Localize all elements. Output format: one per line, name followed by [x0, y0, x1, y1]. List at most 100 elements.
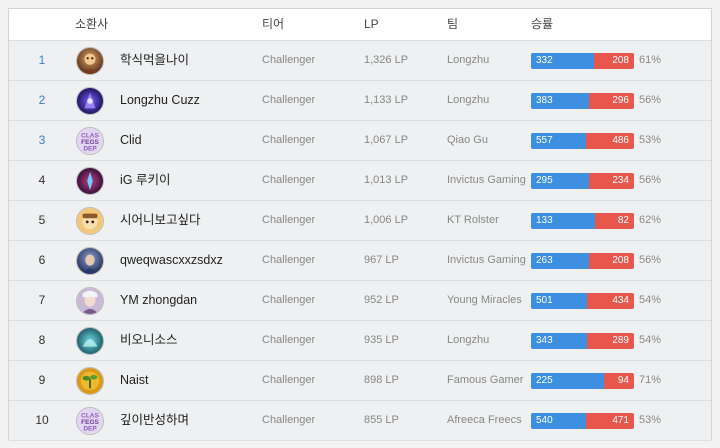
header-team[interactable]: 팀 — [447, 9, 458, 41]
winrate-bar: 263 208 — [531, 253, 634, 269]
team-name: Longzhu — [447, 94, 490, 106]
champion-avatar-icon[interactable] — [76, 87, 104, 115]
svg-text:DEP: DEP — [83, 145, 97, 152]
losses-count: 486 — [586, 133, 634, 149]
winrate-percent: 56% — [639, 174, 662, 186]
lp-value: 898 LP — [364, 374, 399, 386]
rank-number: 1 — [38, 53, 46, 67]
summoner-name[interactable]: 비오니소스 — [120, 321, 178, 360]
winrate-bar: 133 82 — [531, 213, 634, 229]
wins-count: 343 — [531, 333, 587, 349]
rank-number: 7 — [38, 293, 46, 307]
rank-number: 4 — [38, 173, 46, 187]
rank-number: 8 — [38, 333, 46, 347]
winrate-percent: 53% — [639, 414, 662, 426]
winrate-bar: 225 94 — [531, 373, 634, 389]
team-name: Afreeca Freecs — [447, 414, 522, 426]
lp-value: 952 LP — [364, 294, 399, 306]
clid-logo-avatar-icon[interactable]: CLAS FEGS DEP — [76, 127, 104, 155]
losses-count: 94 — [604, 373, 634, 389]
lp-value: 935 LP — [364, 334, 399, 346]
wins-count: 383 — [531, 93, 589, 109]
team-name: Invictus Gaming — [447, 254, 526, 266]
wins-count: 501 — [531, 293, 587, 309]
summoner-name[interactable]: iG 루키이 — [120, 161, 170, 200]
svg-text:DEP: DEP — [83, 425, 97, 432]
summoner-name[interactable]: Longzhu Cuzz — [120, 81, 200, 120]
winrate-percent: 54% — [639, 334, 662, 346]
wins-count: 295 — [531, 173, 589, 189]
rank-number: 10 — [35, 413, 49, 427]
tier-label: Challenger — [262, 174, 316, 186]
losses-count: 208 — [594, 53, 634, 69]
wins-count: 557 — [531, 133, 586, 149]
winrate-percent: 56% — [639, 254, 662, 266]
table-row[interactable]: 7 YM zhongdan Challenger 952 LP Young Miracl… — [9, 281, 711, 321]
champion-avatar-icon[interactable] — [76, 47, 104, 75]
table-row[interactable]: 1 학식먹을나이 Challenger 1,326 LP Longzhu 332 208 61… — [9, 41, 711, 81]
losses-count: 82 — [595, 213, 634, 229]
table-row[interactable]: 2 Longzhu Cuzz Challenger 1,133 LP Longzhu 38… — [9, 81, 711, 121]
summoner-name[interactable]: Clid — [120, 121, 142, 160]
champion-avatar-icon[interactable] — [76, 287, 104, 315]
winrate-bar: 540 471 — [531, 413, 634, 429]
team-name: Longzhu — [447, 54, 490, 66]
tier-label: Challenger — [262, 94, 316, 106]
winrate-percent: 71% — [639, 374, 662, 386]
table-row[interactable]: 3 CLAS FEGS DEP Clid Challenger 1,067 LP Qiao G… — [9, 121, 711, 161]
lp-value: 1,006 LP — [364, 214, 409, 226]
header-summoner[interactable]: 소환사 — [75, 9, 108, 41]
rank-number: 5 — [38, 213, 46, 227]
tier-label: Challenger — [262, 414, 316, 426]
summoner-name[interactable]: qweqwascxxzsdxz — [120, 241, 223, 280]
winrate-percent: 54% — [639, 294, 662, 306]
team-name: Longzhu — [447, 334, 490, 346]
summoner-name[interactable]: Naist — [120, 361, 148, 400]
tier-label: Challenger — [262, 214, 316, 226]
header-lp[interactable]: LP — [364, 9, 379, 41]
table-row[interactable]: 4 iG 루키이 Challenger 1,013 LP Invictus Gaming… — [9, 161, 711, 201]
rank-number: 2 — [38, 93, 46, 107]
lp-value: 1,067 LP — [364, 134, 409, 146]
losses-count: 208 — [589, 253, 634, 269]
header-tier[interactable]: 티어 — [262, 9, 284, 41]
lp-value: 855 LP — [364, 414, 399, 426]
winrate-percent: 61% — [639, 54, 662, 66]
header-winrate[interactable]: 승률 — [531, 9, 553, 41]
table-row[interactable]: 5 시어니보고싶다 Challenger 1,006 LP KT Rolster 133 8… — [9, 201, 711, 241]
wins-count: 225 — [531, 373, 604, 389]
table-row[interactable]: 9 Naist Challenger 898 LP Famous Gamer 225 94 7… — [9, 361, 711, 401]
ranking-list: 1 학식먹을나이 Challenger 1,326 LP Longzhu 332 208 61… — [9, 41, 711, 441]
champion-avatar-icon[interactable] — [76, 327, 104, 355]
rank-number: 6 — [38, 253, 46, 267]
team-name: Famous Gamer — [447, 374, 524, 386]
summoner-name[interactable]: 시어니보고싶다 — [120, 201, 201, 240]
team-name: KT Rolster — [447, 214, 499, 226]
table-row[interactable]: 8 비오니소스 Challenger 935 LP Longzhu 343 289 54% — [9, 321, 711, 361]
summoner-name[interactable]: 깊이반성하며 — [120, 401, 189, 440]
tier-label: Challenger — [262, 374, 316, 386]
winrate-percent: 56% — [639, 94, 662, 106]
winrate-bar: 557 486 — [531, 133, 634, 149]
clid-logo-avatar-icon[interactable]: CLAS FEGS DEP — [76, 407, 104, 435]
ranking-panel: 소환사 티어 LP 팀 승률 1 학식먹을나이 Challenger 1,326 LP… — [8, 8, 712, 441]
summoner-name[interactable]: 학식먹을나이 — [120, 41, 189, 80]
losses-count: 296 — [589, 93, 634, 109]
summoner-name[interactable]: YM zhongdan — [120, 281, 197, 320]
wins-count: 263 — [531, 253, 589, 269]
table-row[interactable]: 10 CLAS FEGS DEP 깊이반성하며 Challenger 855 LP Afree… — [9, 401, 711, 441]
sprout-avatar-icon[interactable] — [76, 367, 104, 395]
winrate-bar: 501 434 — [531, 293, 634, 309]
lp-value: 1,133 LP — [364, 94, 409, 106]
losses-count: 434 — [587, 293, 634, 309]
table-row[interactable]: 6 qweqwascxxzsdxz Challenger 967 LP Invictus… — [9, 241, 711, 281]
lp-value: 1,326 LP — [364, 54, 409, 66]
lp-value: 1,013 LP — [364, 174, 409, 186]
champion-avatar-icon[interactable] — [76, 207, 104, 235]
champion-avatar-icon[interactable] — [76, 247, 104, 275]
rank-number: 9 — [38, 373, 46, 387]
team-name: Qiao Gu — [447, 134, 488, 146]
champion-avatar-icon[interactable] — [76, 167, 104, 195]
rank-number: 3 — [38, 133, 46, 147]
winrate-bar: 295 234 — [531, 173, 634, 189]
